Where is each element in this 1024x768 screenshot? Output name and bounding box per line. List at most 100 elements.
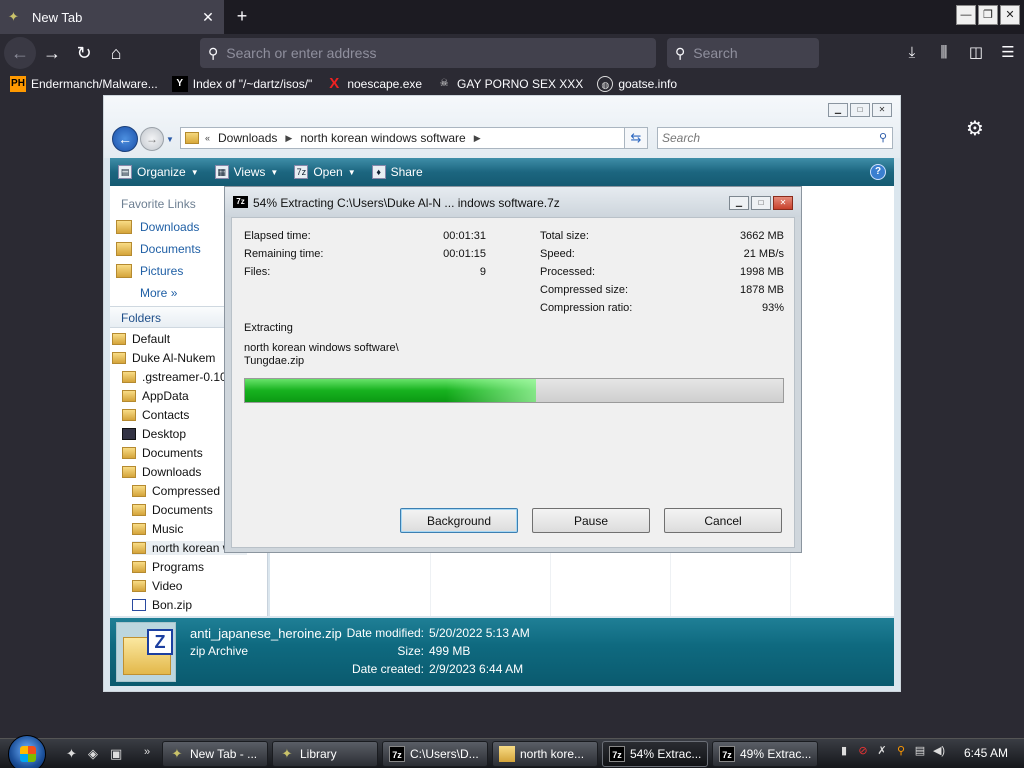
tray-blocked-icon[interactable]: ⊘ — [855, 743, 871, 759]
firefox-quicklaunch-icon[interactable]: ✦ — [66, 746, 77, 762]
forward-arrow-icon[interactable]: → — [36, 37, 68, 69]
dialog-title-bar[interactable]: 7z 54% Extracting C:\Users\Duke Al-N ...… — [225, 187, 801, 217]
folder-tree-item[interactable]: Default — [112, 332, 170, 346]
share-button[interactable]: ♦ Share — [364, 165, 431, 179]
organize-button[interactable]: ▤ Organize ▼ — [110, 165, 207, 179]
tray-volume-icon[interactable]: ◀) — [931, 743, 947, 759]
quicklaunch-overflow-icon[interactable]: » — [144, 746, 150, 758]
minimize-icon[interactable]: ▁ — [828, 103, 848, 117]
size-label: Size: — [397, 644, 424, 658]
search-icon: ⚲ — [675, 44, 686, 61]
close-icon[interactable]: ✕ — [872, 103, 892, 117]
bookmark-item[interactable]: X noescape.exe — [326, 76, 422, 92]
taskbar-button-label: C:\Users\D... — [410, 747, 479, 761]
new-tab-button[interactable]: + — [232, 6, 252, 26]
favorite-link-documents[interactable]: Documents — [116, 242, 201, 256]
taskbar-button-label: north kore... — [520, 747, 585, 761]
more-links-button[interactable]: More » — [140, 286, 177, 300]
start-button[interactable] — [8, 735, 46, 768]
gear-icon[interactable]: ⚙ — [966, 116, 984, 141]
sidebar-icon[interactable]: ◫ — [960, 37, 992, 69]
browser-quicklaunch-icon[interactable]: ◈ — [88, 746, 98, 762]
explorer-header: ▁ □ ✕ ← → ▼ « Downloads ▶ north korean w… — [104, 96, 900, 158]
url-input[interactable] — [226, 45, 585, 61]
breadcrumb-separator-icon[interactable]: ▶ — [474, 133, 481, 144]
refresh-icon[interactable]: ⇆ — [624, 127, 648, 149]
tab-close-icon[interactable]: ✕ — [200, 9, 216, 26]
close-window-icon[interactable]: ✕ — [1000, 5, 1020, 25]
file-thumbnail: Z — [116, 622, 176, 682]
pause-button[interactable]: Pause — [532, 508, 650, 533]
taskbar-clock[interactable]: 6:45 AM — [964, 746, 1008, 760]
url-bar[interactable]: ⚲ — [200, 38, 656, 68]
folder-tree-item[interactable]: Video — [132, 579, 182, 593]
desktop-quicklaunch-icon[interactable]: ▣ — [110, 746, 122, 762]
tray-tools-icon[interactable]: ✗ — [874, 743, 890, 759]
explorer-search-input[interactable] — [662, 131, 862, 145]
close-icon[interactable]: ✕ — [773, 196, 793, 210]
folder-tree-label: Documents — [152, 503, 213, 517]
maximize-icon[interactable]: □ — [751, 196, 771, 210]
download-icon[interactable]: ⤓ — [896, 37, 928, 69]
maximize-icon[interactable]: □ — [850, 103, 870, 117]
taskbar-window-button[interactable]: ✦ New Tab - ... — [162, 741, 268, 767]
cancel-button[interactable]: Cancel — [664, 508, 782, 533]
forward-arrow-icon[interactable]: → — [140, 127, 164, 151]
library-icon[interactable]: ⫼ — [928, 37, 960, 69]
tray-app-icon[interactable]: ▮ — [836, 743, 852, 759]
recent-pages-dropdown-icon[interactable]: ▼ — [166, 135, 174, 144]
folder-tree-item[interactable]: Desktop — [122, 427, 186, 441]
explorer-search-box[interactable]: ⚲ — [657, 127, 893, 149]
folder-icon — [122, 409, 136, 421]
folder-tree-item[interactable]: Programs — [132, 560, 204, 574]
back-arrow-icon[interactable]: ← — [4, 37, 36, 69]
back-arrow-icon[interactable]: ← — [112, 126, 138, 152]
breadcrumb-current-folder[interactable]: north korean windows software — [300, 131, 465, 145]
restore-icon[interactable]: ❐ — [978, 5, 998, 25]
favorite-link-pictures[interactable]: Pictures — [116, 264, 183, 278]
search-bar[interactable]: ⚲ — [667, 38, 819, 68]
views-button[interactable]: ▦ Views ▼ — [207, 165, 287, 179]
taskbar: ✦ ◈ ▣ » ✦ New Tab - ... ✦ Library 7z C:\Users… — [0, 735, 1024, 768]
menu-icon[interactable]: ☰ — [992, 37, 1024, 69]
bookmark-item[interactable]: ◍ goatse.info — [597, 76, 677, 92]
tray-network-icon[interactable]: ▤ — [912, 743, 928, 759]
folder-tree-item[interactable]: Contacts — [122, 408, 189, 422]
folder-tree-item[interactable]: .gstreamer-0.10 — [122, 370, 227, 384]
folder-tree-item[interactable]: AppData — [122, 389, 189, 403]
folder-tree-item[interactable]: Documents — [122, 446, 203, 460]
folder-tree-item[interactable]: Compressed — [132, 484, 220, 498]
tray-search-icon[interactable]: ⚲ — [893, 743, 909, 759]
taskbar-window-button[interactable]: 7z C:\Users\D... — [382, 741, 488, 767]
taskbar-window-button[interactable]: north kore... — [492, 741, 598, 767]
taskbar-window-button[interactable]: ✦ Library — [272, 741, 378, 767]
explorer-address-bar[interactable]: « Downloads ▶ north korean windows softw… — [180, 127, 648, 149]
breadcrumb-separator-icon[interactable]: ▶ — [285, 133, 292, 144]
folder-tree-item[interactable]: Duke Al-Nukem — [112, 351, 215, 365]
breadcrumb-downloads[interactable]: Downloads — [218, 131, 277, 145]
home-icon[interactable]: ⌂ — [100, 37, 132, 69]
taskbar-window-button[interactable]: 7z 49% Extrac... — [712, 741, 818, 767]
folder-tree-item[interactable]: Downloads — [122, 465, 201, 479]
search-input[interactable] — [693, 45, 809, 61]
overflow-chevron-icon[interactable]: « — [205, 133, 210, 143]
favorite-link-downloads[interactable]: Downloads — [116, 220, 199, 234]
reload-icon[interactable]: ↻ — [68, 37, 100, 69]
zip-badge-icon: Z — [147, 629, 173, 655]
taskbar-window-button[interactable]: 7z 54% Extrac... — [602, 741, 708, 767]
bookmark-item[interactable]: PH Endermanch/Malware... — [10, 76, 158, 92]
bookmark-item[interactable]: ☠ GAY PORNO SEX XXX — [436, 76, 584, 92]
bookmark-item[interactable]: Y Index of "/~dartz/isos/" — [171, 76, 312, 92]
zip-file-icon — [132, 599, 146, 611]
folder-tree-item[interactable]: Music — [132, 522, 183, 536]
folder-tree-item[interactable]: Bon.zip — [132, 598, 192, 612]
browser-tab-active[interactable]: ✦ New Tab ✕ — [0, 0, 224, 34]
open-button[interactable]: 7z Open ▼ — [286, 165, 363, 179]
taskbar-button-label: 54% Extrac... — [630, 747, 702, 761]
background-button[interactable]: Background — [400, 508, 518, 533]
minimize-icon[interactable]: ▁ — [729, 196, 749, 210]
help-icon[interactable]: ? — [870, 164, 886, 180]
folder-icon — [122, 447, 136, 459]
folder-tree-item[interactable]: Documents — [132, 503, 213, 517]
minimize-icon[interactable]: — — [956, 5, 976, 25]
